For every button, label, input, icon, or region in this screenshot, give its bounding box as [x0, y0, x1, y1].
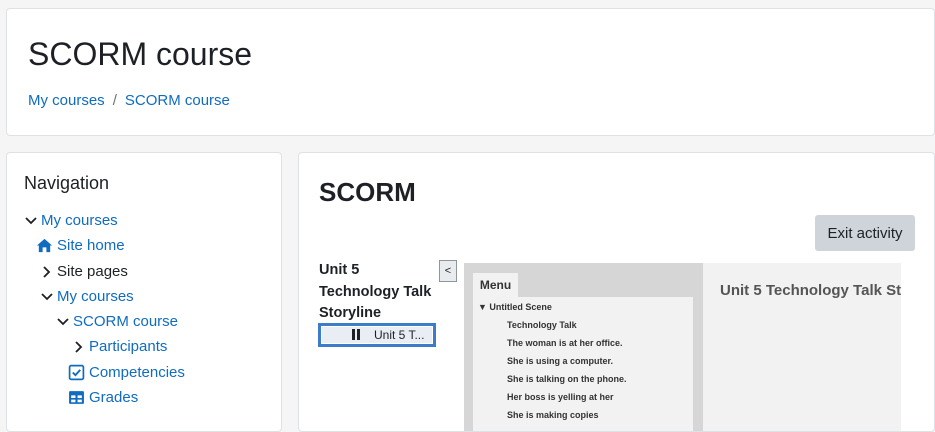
- scene-label[interactable]: ▼ Untitled Scene: [478, 302, 552, 312]
- home-icon: [36, 238, 53, 253]
- scene-item[interactable]: Her boss is yelling at her: [507, 392, 614, 402]
- main-content: SCORM Exit activity Unit 5 Technology Ta…: [298, 152, 935, 432]
- breadcrumb: My courses / SCORM course: [28, 92, 230, 109]
- page-header: SCORM course My courses / SCORM course: [6, 8, 935, 136]
- scene-item[interactable]: The woman is at her office.: [507, 338, 623, 348]
- chevron-down-icon: [25, 216, 37, 224]
- nav-item-grades[interactable]: Grades: [68, 389, 138, 406]
- sco-label: Unit 5 T...: [374, 328, 425, 342]
- pause-icon: [352, 329, 360, 340]
- chevron-right-icon: [43, 265, 51, 278]
- navigation-title: Navigation: [24, 173, 110, 193]
- scorm-player[interactable]: Menu ▼ Untitled Scene Technology Talk Th…: [464, 263, 902, 431]
- scene-item[interactable]: She is talking on the phone.: [507, 374, 627, 384]
- toc-title: Unit 5 Technology Talk Storyline: [319, 262, 432, 321]
- nav-label: Competencies: [89, 364, 185, 381]
- chevron-down-icon: [57, 317, 69, 325]
- nav-item-competencies[interactable]: Competencies: [68, 364, 185, 381]
- player-menu-panel: ▼ Untitled Scene Technology Talk The wom…: [473, 297, 693, 431]
- toc-collapse-button[interactable]: <: [439, 260, 457, 282]
- page-title: SCORM course: [28, 36, 253, 72]
- scene-item[interactable]: Technology Talk: [507, 320, 577, 330]
- nav-label: Site home: [57, 237, 125, 254]
- nav-label: My courses: [41, 212, 118, 229]
- nav-item-participants[interactable]: Participants: [73, 338, 167, 355]
- player-heading: Unit 5 Technology Talk St: [720, 282, 902, 299]
- toc-sco-item[interactable]: Unit 5 T...: [318, 323, 436, 347]
- section-title: SCORM: [319, 177, 416, 207]
- scene-item[interactable]: She is making copies: [507, 410, 599, 420]
- nav-item-site-home[interactable]: Site home: [36, 237, 125, 254]
- nav-label: Grades: [89, 389, 139, 406]
- chevron-right-icon: [75, 340, 83, 353]
- exit-activity-button[interactable]: Exit activity: [815, 215, 915, 251]
- nav-item-my-courses-root[interactable]: My courses: [25, 212, 118, 229]
- nav-label: Participants: [89, 338, 168, 355]
- player-menu-tab[interactable]: Menu: [473, 273, 518, 297]
- navigation-block: Navigation My courses Site home Site pag…: [6, 152, 282, 432]
- nav-label: Site pages: [57, 263, 128, 280]
- breadcrumb-scorm-course[interactable]: SCORM course: [125, 92, 230, 109]
- nav-item-site-pages[interactable]: Site pages: [41, 263, 128, 280]
- table-icon: [69, 391, 84, 404]
- nav-item-my-courses[interactable]: My courses: [41, 288, 134, 305]
- nav-label: SCORM course: [73, 313, 179, 330]
- nav-item-scorm-course[interactable]: SCORM course: [57, 313, 178, 330]
- checkbox-icon: [68, 364, 85, 381]
- nav-label: My courses: [57, 288, 134, 305]
- scene-item[interactable]: She is using a computer.: [507, 356, 613, 366]
- breadcrumb-my-courses[interactable]: My courses: [28, 92, 105, 109]
- player-stage: Unit 5 Technology Talk St: [703, 263, 902, 431]
- breadcrumb-separator: /: [112, 92, 117, 109]
- chevron-down-icon: [41, 292, 53, 300]
